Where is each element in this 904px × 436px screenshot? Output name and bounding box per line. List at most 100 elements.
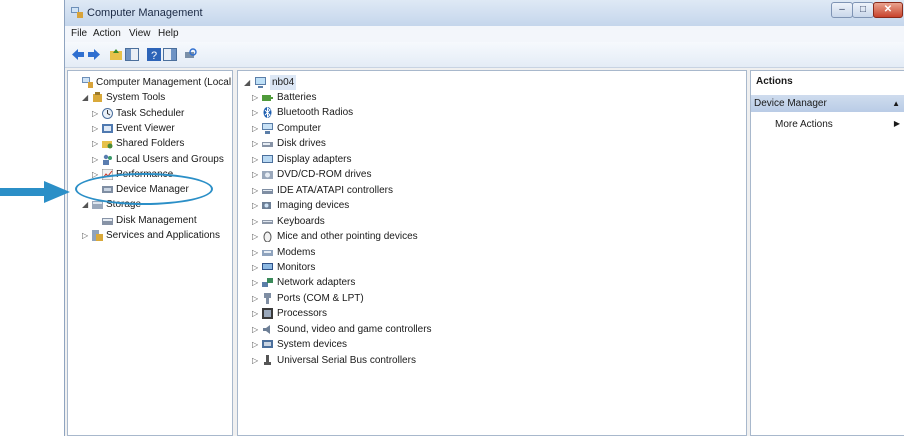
title-bar[interactable]: Computer Management – □ ✕: [65, 0, 904, 26]
tree-item-label: Local Users and Groups: [116, 153, 224, 165]
expand-icon[interactable]: ▷: [252, 306, 260, 321]
expand-icon[interactable]: ▷: [252, 167, 260, 182]
expand-icon[interactable]: ▷: [252, 183, 260, 198]
expand-icon[interactable]: ▷: [252, 90, 260, 105]
device-category-label: IDE ATA/ATAPI controllers: [277, 184, 393, 196]
back-icon[interactable]: [71, 48, 85, 61]
expand-icon[interactable]: ▷: [82, 228, 90, 243]
actions-device-manager-section[interactable]: Device Manager ▲: [751, 95, 904, 112]
device-category-label: Modems: [277, 246, 316, 258]
device-category-icon: [263, 231, 272, 243]
services-icon: [92, 230, 103, 241]
device-category-icon: [262, 171, 273, 180]
tree-item-label: Event Viewer: [116, 122, 175, 134]
menu-file[interactable]: File: [71, 28, 87, 39]
close-button[interactable]: ✕: [873, 2, 903, 18]
computer-icon: [255, 77, 266, 88]
tree-item-label: System Tools: [106, 92, 166, 104]
device-category-label: Processors: [277, 308, 328, 320]
device-category-icon: [262, 142, 273, 148]
device-category-icon: [262, 340, 273, 349]
toolbar: ?: [65, 42, 904, 68]
shared-folder-icon: [102, 141, 113, 149]
computer-management-window: Computer Management – □ ✕ File Action Vi…: [64, 0, 904, 436]
maximize-button[interactable]: □: [852, 2, 874, 18]
device-category-label: Mice and other pointing devices: [277, 231, 418, 243]
expand-icon[interactable]: ▷: [252, 121, 260, 136]
expand-icon[interactable]: ▷: [252, 105, 260, 120]
tree-item-label: Shared Folders: [116, 138, 185, 150]
help-icon[interactable]: ?: [147, 48, 161, 61]
expand-icon[interactable]: ▷: [252, 198, 260, 213]
forward-icon[interactable]: [87, 48, 101, 61]
device-category-label: Sound, video and game controllers: [277, 323, 432, 335]
tree-item-label: Disk Management: [116, 214, 197, 226]
expand-icon[interactable]: ▷: [92, 152, 100, 167]
device-category-label: DVD/CD-ROM drives: [277, 169, 372, 181]
device-category-label: System devices: [277, 339, 348, 351]
expand-icon[interactable]: ▷: [252, 136, 260, 151]
tree-item-label: Computer Management (Local: [96, 77, 232, 88]
minimize-button[interactable]: –: [831, 2, 853, 18]
device-category-label: Disk drives: [277, 138, 326, 150]
device-category-label: Ports (COM & LPT): [277, 292, 364, 304]
device-category-icon: [262, 188, 273, 194]
device-category-icon: [262, 202, 271, 210]
device-category-icon: [262, 249, 273, 256]
submenu-arrow-icon: ▶: [893, 119, 900, 128]
menu-action[interactable]: Action: [93, 28, 121, 39]
users-icon: [103, 154, 112, 165]
device-category-icon: [262, 278, 273, 288]
expand-icon[interactable]: ▷: [252, 291, 260, 306]
device-tree-pane: ◢ nb04 ▷ Batteries ▷ Bluetooth Radios ▷ Compu…: [237, 70, 747, 436]
expand-icon[interactable]: ▷: [252, 322, 260, 337]
device-root-label: nb04: [270, 75, 297, 90]
collapse-icon[interactable]: ◢: [82, 197, 90, 212]
collapse-up-icon[interactable]: ▲: [892, 95, 900, 112]
expand-icon[interactable]: ▷: [252, 229, 260, 244]
expand-icon[interactable]: ▷: [252, 245, 260, 260]
expand-icon[interactable]: ▷: [252, 337, 260, 352]
show-hide-console-tree-icon[interactable]: [125, 48, 139, 61]
scan-hardware-icon[interactable]: [183, 48, 197, 61]
tools-icon: [93, 92, 102, 103]
device-category-icon: [262, 122, 273, 134]
device-category-label: Monitors: [277, 261, 316, 273]
device-category-label: Display adapters: [277, 153, 352, 165]
clock-icon: [102, 107, 113, 119]
expand-icon[interactable]: ▷: [92, 121, 100, 136]
device-category-label: Computer: [277, 122, 321, 134]
expand-icon[interactable]: ▷: [252, 152, 260, 167]
show-hide-action-pane-icon[interactable]: [163, 48, 177, 61]
collapse-icon[interactable]: ◢: [82, 90, 90, 105]
expand-icon[interactable]: ▷: [252, 353, 260, 368]
collapse-icon[interactable]: ◢: [244, 75, 252, 90]
expand-icon[interactable]: ▷: [92, 136, 100, 151]
expand-icon[interactable]: ▷: [252, 214, 260, 229]
more-actions-link[interactable]: More Actions: [775, 119, 833, 130]
computer-management-icon: [71, 7, 83, 18]
window-title: Computer Management: [87, 7, 203, 19]
device-category-label: Bluetooth Radios: [277, 107, 354, 119]
event-viewer-icon: [102, 123, 113, 133]
device-category-label: Network adapters: [277, 277, 356, 289]
console-tree-pane: Computer Management (Local ◢ System Tools ▷…: [67, 70, 233, 436]
menu-bar: File Action View Help: [65, 26, 904, 42]
disk-icon: [102, 217, 113, 225]
arrow-annotation-icon: [0, 181, 70, 203]
up-folder-icon[interactable]: [109, 48, 123, 61]
tree-item-label: Services and Applications: [106, 230, 220, 241]
computer-management-icon: [82, 77, 93, 88]
device-category-icon: [262, 154, 273, 163]
menu-view[interactable]: View: [129, 28, 151, 39]
actions-pane: Actions Device Manager ▲ More Actions ▶: [750, 70, 904, 436]
device-category-label: Batteries: [277, 92, 317, 103]
expand-icon[interactable]: ▷: [252, 275, 260, 290]
expand-icon[interactable]: ▷: [92, 106, 100, 121]
device-category-icon: [262, 95, 273, 101]
expand-icon[interactable]: ▷: [252, 260, 260, 275]
device-category-label: Universal Serial Bus controllers: [277, 354, 416, 366]
actions-section-label: Device Manager: [754, 98, 827, 109]
device-category-icon: [262, 219, 273, 224]
menu-help[interactable]: Help: [158, 28, 179, 39]
